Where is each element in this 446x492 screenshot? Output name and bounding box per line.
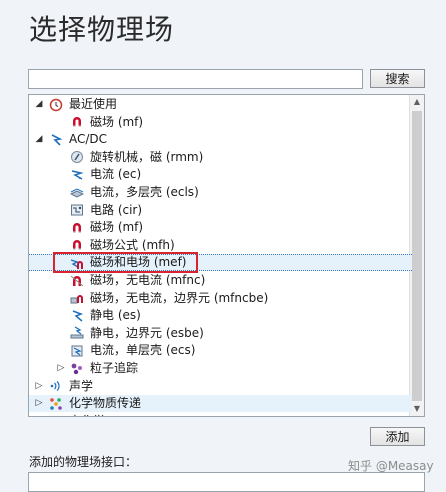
tree-item-label: 电流，多层壳 (ecls) (90, 185, 199, 199)
tree-item-label: 磁场和电场 (mef) (90, 255, 187, 270)
single-shell-icon (69, 343, 84, 358)
collapse-arrow-icon[interactable]: ◢ (34, 131, 44, 148)
boundary-element-icon (69, 291, 84, 306)
add-button[interactable]: 添加 (370, 427, 425, 446)
rotating-machinery-icon (69, 150, 84, 165)
electric-current-icon (69, 167, 84, 182)
tree-item-label: 电流 (ec) (90, 167, 142, 182)
expand-arrow-icon[interactable]: ▷ (34, 378, 44, 395)
chemical-transport-icon (48, 396, 63, 411)
tree-item[interactable]: ▷ 声学 (29, 378, 412, 395)
acdc-icon (48, 132, 63, 147)
tree-item-label: 磁场公式 (mfh) (90, 237, 175, 252)
tree-item-label: 磁场，无电流 (mfnc) (90, 273, 206, 287)
expand-arrow-icon[interactable]: ▷ (34, 395, 44, 412)
clock-icon (48, 97, 63, 112)
tree-item-label: 声学 (69, 378, 94, 393)
tree-item-label: 旋转机械，磁 (rmm) (90, 149, 204, 164)
expand-arrow-icon[interactable]: ▷ (56, 360, 66, 377)
magnet-icon (69, 220, 84, 235)
search-button[interactable]: 搜索 (370, 69, 425, 88)
tree-item[interactable]: 旋转机械，磁 (rmm) (29, 149, 412, 166)
tree-item[interactable]: 电流 (ec) (29, 166, 412, 183)
tree-item[interactable]: 静电，边界元 (esbe) (29, 325, 412, 342)
tree-item[interactable]: 电流，单层壳 (ecs) (29, 342, 412, 359)
tree-item-label: 化学物质传递 (69, 396, 142, 411)
collapse-arrow-icon[interactable]: ◢ (34, 96, 44, 113)
tree-item-label: 静电，边界元 (esbe) (90, 325, 204, 340)
tree-item[interactable]: 磁场，无电流，边界元 (mfncbe) (29, 290, 412, 307)
tree-item[interactable]: ▷ 化学物质传递 (29, 395, 412, 413)
magnet-no-current-icon (69, 273, 84, 288)
scroll-down-arrow-icon[interactable]: ▼ (410, 402, 424, 416)
tree-item-label: AC/DC (69, 132, 108, 147)
tree-item-label: 电流，单层壳 (ecs) (90, 343, 196, 358)
tree-item-label: 磁场，无电流，边界元 (mfncbe) (90, 290, 269, 305)
tree-item[interactable]: ◢ 最近使用 (29, 96, 412, 113)
tree-item[interactable]: 电路 (cir) (29, 202, 412, 219)
tree-item-label: 磁场 (mf) (90, 220, 144, 235)
particle-icon (69, 361, 84, 376)
magnet-icon (69, 238, 84, 253)
watermark: 知乎 @Measay (348, 459, 434, 473)
tree-item[interactable]: ▷ 电化学 (29, 413, 412, 417)
acoustics-icon (48, 379, 63, 394)
layered-shell-icon (69, 185, 84, 200)
tree-item[interactable]: 静电 (es) (29, 307, 412, 324)
physics-tree[interactable]: ▲ ▼ ◢ 最近使用磁场 (mf) ◢ AC/DC 旋转机械，磁 (rmm) 电流 (ec… (28, 94, 425, 417)
electrostatics-icon (69, 308, 84, 323)
tree-item-label: 磁场 (mf) (90, 114, 144, 129)
tree-item-label: 电路 (cir) (90, 202, 143, 217)
electrochemistry-icon (48, 414, 63, 416)
scroll-up-arrow-icon[interactable]: ▲ (410, 95, 424, 109)
circuit-icon (69, 203, 84, 218)
tree-item-label: 电化学 (69, 413, 105, 416)
tree-item-label: 最近使用 (69, 97, 118, 111)
electrostatics-boundary-icon (69, 326, 84, 341)
tree-item[interactable]: ◢ AC/DC (29, 131, 412, 148)
added-physics-label: 添加的物理场接口： (29, 455, 138, 469)
tree-item[interactable]: 电流，多层壳 (ecls) (29, 184, 412, 201)
tree-item-label: 静电 (es) (90, 308, 141, 323)
search-input[interactable] (28, 69, 363, 89)
tree-item[interactable]: 磁场公式 (mfh) (29, 237, 412, 254)
tree-item[interactable]: 磁场和电场 (mef) (29, 254, 412, 272)
magnet-icon (69, 115, 84, 130)
page-title: 选择物理场 (29, 13, 175, 46)
tree-item[interactable]: 磁场 (mf) (29, 114, 412, 131)
added-physics-list[interactable] (28, 472, 425, 492)
tree-item[interactable]: ▷ 粒子追踪 (29, 360, 412, 377)
expand-arrow-icon[interactable]: ▷ (34, 413, 44, 417)
magnetic-electric-icon (69, 256, 84, 271)
tree-item[interactable]: 磁场 (mf) (29, 219, 412, 236)
scroll-thumb[interactable] (412, 111, 422, 401)
tree-item-label: 粒子追踪 (90, 361, 139, 375)
tree-item[interactable]: 磁场，无电流 (mfnc) (29, 272, 412, 289)
